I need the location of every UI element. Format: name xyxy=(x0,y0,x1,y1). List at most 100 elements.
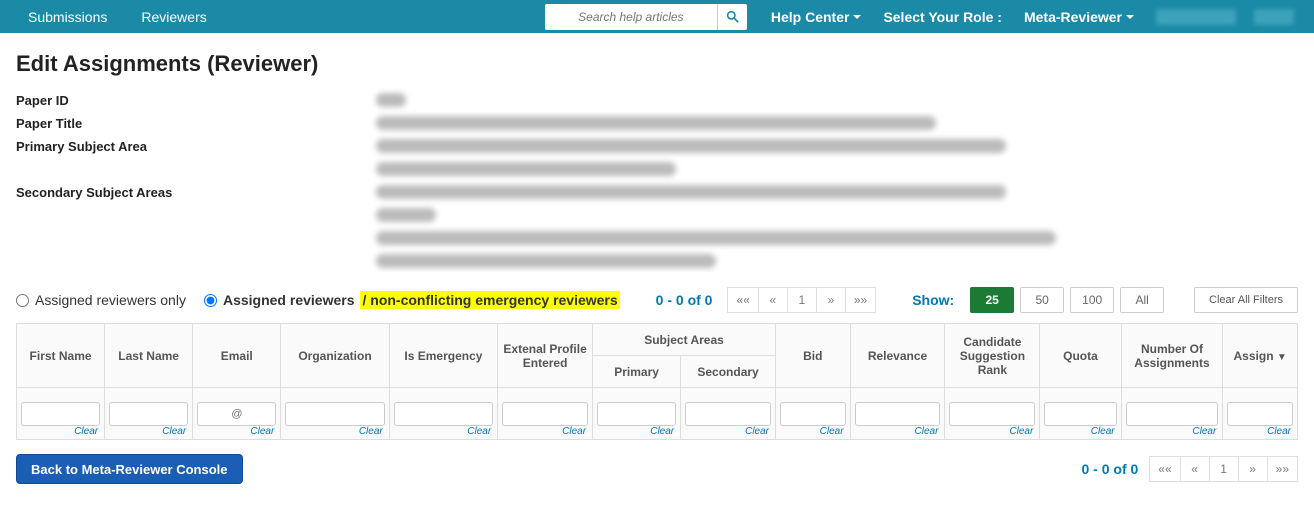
secondary-areas-value-redacted-2 xyxy=(376,208,436,222)
col-email[interactable]: Email xyxy=(193,324,281,388)
radio-assigned-emergency-label-2: / non-conflicting emergency reviewers xyxy=(360,291,619,309)
clear-filter-organization[interactable]: Clear xyxy=(359,426,383,437)
search-input[interactable] xyxy=(545,4,717,30)
col-num-assignments[interactable]: Number Of Assignments xyxy=(1121,324,1223,388)
col-candidate-rank[interactable]: Candidate Suggestion Rank xyxy=(945,324,1040,388)
col-organization[interactable]: Organization xyxy=(281,324,389,388)
view-radio-group: Assigned reviewers only Assigned reviewe… xyxy=(16,291,620,309)
show-all[interactable]: All xyxy=(1120,287,1164,313)
filter-assign[interactable] xyxy=(1227,402,1293,426)
pager-last[interactable]: »» xyxy=(845,287,876,313)
col-assign-label: Assign xyxy=(1234,349,1274,363)
radio-assigned-only-input[interactable] xyxy=(16,294,29,307)
back-to-console-button[interactable]: Back to Meta-Reviewer Console xyxy=(16,454,243,484)
filter-subject-secondary[interactable] xyxy=(685,402,771,426)
clear-filter-quota[interactable]: Clear xyxy=(1091,426,1115,437)
clear-filter-subject-secondary[interactable]: Clear xyxy=(745,426,769,437)
radio-assigned-emergency-label-1: Assigned reviewers xyxy=(223,292,355,308)
pager-prev[interactable]: « xyxy=(758,287,788,313)
clear-filter-bid[interactable]: Clear xyxy=(820,426,844,437)
nav-reviewers[interactable]: Reviewers xyxy=(127,1,220,33)
clear-filter-last-name[interactable]: Clear xyxy=(162,426,186,437)
clear-filter-num-assignments[interactable]: Clear xyxy=(1192,426,1216,437)
search-button[interactable] xyxy=(717,4,747,30)
secondary-areas-value-redacted-3 xyxy=(376,231,1056,245)
clear-filter-external-profile[interactable]: Clear xyxy=(562,426,586,437)
help-center-dropdown[interactable]: Help Center xyxy=(761,9,872,25)
show-25[interactable]: 25 xyxy=(970,287,1014,313)
filter-is-emergency[interactable] xyxy=(394,402,493,426)
col-quota[interactable]: Quota xyxy=(1040,324,1121,388)
clear-filter-is-emergency[interactable]: Clear xyxy=(467,426,491,437)
top-navbar: Submissions Reviewers Help Center Select… xyxy=(0,0,1314,33)
filter-organization[interactable] xyxy=(285,402,384,426)
paper-id-label: Paper ID xyxy=(16,93,376,108)
clear-filter-relevance[interactable]: Clear xyxy=(915,426,939,437)
col-is-emergency[interactable]: Is Emergency xyxy=(389,324,497,388)
results-count-bottom: 0 - 0 of 0 xyxy=(1081,461,1138,477)
role-dropdown[interactable]: Meta-Reviewer xyxy=(1014,9,1144,25)
primary-area-label: Primary Subject Area xyxy=(16,139,376,154)
primary-area-value-redacted-2 xyxy=(376,162,676,176)
results-count-top: 0 - 0 of 0 xyxy=(656,292,713,308)
pager-last-bottom[interactable]: »» xyxy=(1267,456,1298,482)
clear-filter-first-name[interactable]: Clear xyxy=(74,426,98,437)
pager-first-bottom[interactable]: «« xyxy=(1149,456,1180,482)
pager-page[interactable]: 1 xyxy=(787,287,817,313)
filter-num-assignments[interactable] xyxy=(1126,402,1219,426)
show-50[interactable]: 50 xyxy=(1020,287,1064,313)
show-100[interactable]: 100 xyxy=(1070,287,1114,313)
col-external-profile[interactable]: Extenal Profile Entered xyxy=(498,324,593,388)
clear-filter-subject-primary[interactable]: Clear xyxy=(650,426,674,437)
role-value: Meta-Reviewer xyxy=(1024,9,1122,25)
filter-candidate-rank[interactable] xyxy=(949,402,1035,426)
filter-relevance[interactable] xyxy=(855,402,941,426)
filter-first-name[interactable] xyxy=(21,402,100,426)
search-group xyxy=(545,4,747,30)
col-subject-primary[interactable]: Primary xyxy=(593,356,681,388)
col-first-name[interactable]: First Name xyxy=(17,324,105,388)
col-subject-areas: Subject Areas xyxy=(593,324,776,356)
filter-last-name[interactable] xyxy=(109,402,188,426)
secondary-areas-label: Secondary Subject Areas xyxy=(16,185,376,200)
col-assign[interactable]: Assign ▼ xyxy=(1223,324,1298,388)
radio-assigned-only-label: Assigned reviewers only xyxy=(35,292,186,308)
clear-filter-email[interactable]: Clear xyxy=(250,426,274,437)
user-name-redacted xyxy=(1156,9,1236,25)
nav-submissions[interactable]: Submissions xyxy=(14,1,121,33)
clear-filter-candidate-rank[interactable]: Clear xyxy=(1009,426,1033,437)
paper-id-value-redacted xyxy=(376,93,406,107)
filter-bid[interactable] xyxy=(780,402,846,426)
pager-next[interactable]: » xyxy=(816,287,846,313)
radio-assigned-only[interactable]: Assigned reviewers only xyxy=(16,292,186,308)
filter-subject-primary[interactable] xyxy=(597,402,676,426)
caret-down-icon xyxy=(1126,15,1134,19)
pager-top: «« « 1 » »» xyxy=(728,287,876,313)
page-title: Edit Assignments (Reviewer) xyxy=(16,51,1298,77)
col-last-name[interactable]: Last Name xyxy=(105,324,193,388)
pager-bottom: «« « 1 » »» xyxy=(1150,456,1298,482)
secondary-areas-value-redacted xyxy=(376,185,1006,199)
pager-first[interactable]: «« xyxy=(727,287,758,313)
pager-next-bottom[interactable]: » xyxy=(1238,456,1268,482)
col-bid[interactable]: Bid xyxy=(776,324,851,388)
caret-down-icon xyxy=(853,15,861,19)
pager-page-bottom[interactable]: 1 xyxy=(1209,456,1239,482)
paper-title-label: Paper Title xyxy=(16,116,376,131)
user-menu-redacted xyxy=(1254,9,1294,25)
radio-assigned-emergency-input[interactable] xyxy=(204,294,217,307)
filter-quota[interactable] xyxy=(1044,402,1116,426)
sort-desc-icon: ▼ xyxy=(1277,352,1287,363)
col-relevance[interactable]: Relevance xyxy=(850,324,945,388)
filter-external-profile[interactable] xyxy=(502,402,588,426)
primary-area-value-redacted xyxy=(376,139,1006,153)
clear-all-filters-button[interactable]: Clear All Filters xyxy=(1194,287,1298,313)
clear-filter-assign[interactable]: Clear xyxy=(1267,426,1291,437)
pager-prev-bottom[interactable]: « xyxy=(1180,456,1210,482)
search-icon xyxy=(726,10,739,23)
secondary-areas-value-redacted-4 xyxy=(376,254,716,268)
filter-email[interactable] xyxy=(197,402,276,426)
radio-assigned-emergency[interactable]: Assigned reviewers / non-conflicting eme… xyxy=(204,291,620,309)
col-subject-secondary[interactable]: Secondary xyxy=(681,356,776,388)
paper-title-value-redacted xyxy=(376,116,936,130)
